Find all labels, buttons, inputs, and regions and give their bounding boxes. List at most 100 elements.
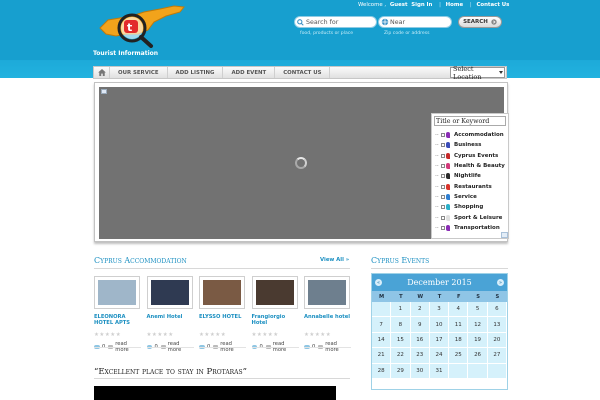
nav-contact-us[interactable]: CONTACT US [275, 67, 331, 78]
accommodation-name[interactable]: Frangiorgio Hotel [252, 314, 299, 326]
nav-our-service[interactable]: OUR SERVICE [110, 67, 168, 78]
calendar-day[interactable]: 31 [429, 363, 450, 379]
accommodation-thumbnail[interactable] [146, 276, 193, 309]
category-checkbox[interactable] [441, 194, 445, 199]
video-player[interactable] [94, 386, 336, 400]
calendar-day[interactable]: 28 [372, 363, 392, 379]
category-item[interactable]: -- Accommodation [435, 130, 505, 140]
calendar-day[interactable]: 27 [487, 348, 507, 364]
category-checkbox[interactable] [441, 153, 445, 158]
accommodation-card[interactable]: Anemi Hotel★★★★★0read more [146, 276, 194, 353]
hotel-photo [203, 280, 241, 305]
accommodation-thumbnail[interactable] [304, 276, 350, 309]
category-item[interactable]: -- Nightlife [435, 171, 505, 181]
calendar-day[interactable]: 12 [468, 317, 488, 333]
accommodation-title: Cyprus Accommodation [94, 256, 187, 265]
near-input[interactable]: Near [378, 16, 452, 28]
accommodation-card[interactable]: Annabelle hotel★★★★★0read more [304, 276, 351, 353]
map-pin-icon [446, 152, 450, 159]
search-for-input[interactable]: Search for [294, 16, 377, 28]
nav-add-event[interactable]: ADD EVENT [223, 67, 276, 78]
calendar-day[interactable]: 20 [487, 332, 507, 349]
calendar-day[interactable]: 26 [468, 348, 488, 364]
accommodation-card[interactable]: Frangiorgio Hotel★★★★★0read more [251, 276, 299, 353]
accommodation-name[interactable]: ELEONORA HOTEL APTS [94, 314, 141, 326]
category-item[interactable]: -- Shopping [435, 202, 505, 212]
calendar-day[interactable]: 6 [487, 302, 507, 318]
calendar-day[interactable]: 19 [468, 332, 488, 349]
location-select[interactable]: Select Location [450, 65, 505, 81]
category-item[interactable]: -- Service [435, 192, 505, 202]
card-divider [146, 347, 194, 348]
calendar-empty-cell [487, 363, 507, 379]
sign-in-link[interactable]: Sign In [411, 2, 432, 8]
category-checkbox[interactable] [441, 143, 445, 148]
calendar-day[interactable]: 13 [487, 317, 507, 333]
calendar-day[interactable]: 18 [449, 332, 469, 349]
accommodation-thumbnail[interactable] [199, 276, 245, 309]
calendar-day[interactable]: 14 [372, 332, 392, 349]
search-icon [295, 17, 306, 27]
calendar-empty-cell [468, 363, 488, 379]
map-canvas[interactable]: Title or Keyword -- Accommodation -- Busine… [99, 87, 509, 239]
category-checkbox[interactable] [441, 164, 445, 169]
category-checkbox[interactable] [441, 225, 445, 230]
calendar-day[interactable]: 8 [391, 317, 411, 333]
calendar-day[interactable]: 1 [391, 302, 411, 318]
category-label: Cyprus Events [454, 152, 499, 159]
accommodation-thumbnail[interactable] [251, 276, 298, 309]
calendar-day[interactable]: 9 [410, 317, 430, 333]
calendar-day[interactable]: 23 [410, 348, 430, 364]
category-checkbox[interactable] [441, 174, 445, 179]
category-item[interactable]: -- Cyprus Events [435, 151, 505, 161]
map-pin-icon [446, 163, 450, 170]
accommodation-card[interactable]: ELEONORA HOTEL APTS★★★★★0read more [94, 276, 141, 353]
contact-link[interactable]: Contact Us [476, 2, 509, 8]
view-all-link[interactable]: View All » [320, 257, 349, 263]
map-frame: Title or Keyword -- Accommodation -- Busine… [94, 82, 509, 242]
card-divider [251, 347, 299, 348]
site-logo[interactable]: t [94, 4, 189, 48]
category-checkbox[interactable] [441, 133, 445, 138]
map-toggle-icon[interactable] [101, 89, 107, 94]
calendar-day[interactable]: 29 [391, 363, 411, 379]
category-item[interactable]: -- Health & Beauty [435, 161, 505, 171]
nav-home[interactable] [94, 67, 110, 78]
category-checkbox[interactable] [441, 215, 445, 220]
accommodation-name[interactable]: ELYSSO HOTEL [199, 314, 246, 320]
accommodation-name[interactable]: Annabelle hotel [304, 314, 351, 320]
home-icon [97, 69, 106, 76]
calendar-day[interactable]: 21 [372, 348, 392, 364]
calendar-day[interactable]: 17 [429, 332, 450, 349]
category-checkbox[interactable] [441, 184, 445, 189]
category-item[interactable]: -- Transportation [435, 223, 505, 233]
calendar-prev-button[interactable]: « [375, 279, 382, 286]
keyword-input[interactable]: Title or Keyword [434, 116, 506, 126]
category-item[interactable]: -- Sport & Leisure [435, 212, 505, 222]
calendar-day[interactable]: 24 [429, 348, 450, 364]
calendar-day[interactable]: 16 [410, 332, 430, 349]
accommodation-thumbnail[interactable] [94, 276, 140, 309]
calendar-day[interactable]: 2 [410, 302, 430, 318]
calendar-day[interactable]: 7 [372, 317, 392, 333]
accommodation-card[interactable]: ELYSSO HOTEL★★★★★0read more [199, 276, 246, 353]
home-link[interactable]: Home [446, 2, 464, 8]
accommodation-name[interactable]: Anemi Hotel [147, 314, 194, 320]
search-button[interactable]: SEARCH [458, 16, 502, 28]
category-item[interactable]: -- Business [435, 140, 505, 150]
calendar-day[interactable]: 11 [449, 317, 469, 333]
calendar-header: « December 2015 » [372, 274, 507, 291]
calendar-day[interactable]: 10 [429, 317, 450, 333]
category-checkbox[interactable] [441, 205, 445, 210]
calendar-day[interactable]: 30 [410, 363, 430, 379]
category-item[interactable]: -- Restaurants [435, 181, 505, 191]
resize-handle-icon[interactable] [501, 232, 508, 238]
calendar-day[interactable]: 4 [449, 302, 469, 318]
calendar-next-button[interactable]: » [497, 279, 504, 286]
nav-add-listing[interactable]: ADD LISTING [168, 67, 224, 78]
calendar-day[interactable]: 3 [429, 302, 450, 318]
calendar-day[interactable]: 5 [468, 302, 488, 318]
calendar-day[interactable]: 15 [391, 332, 411, 349]
calendar-day[interactable]: 25 [449, 348, 469, 364]
calendar-day[interactable]: 22 [391, 348, 411, 364]
